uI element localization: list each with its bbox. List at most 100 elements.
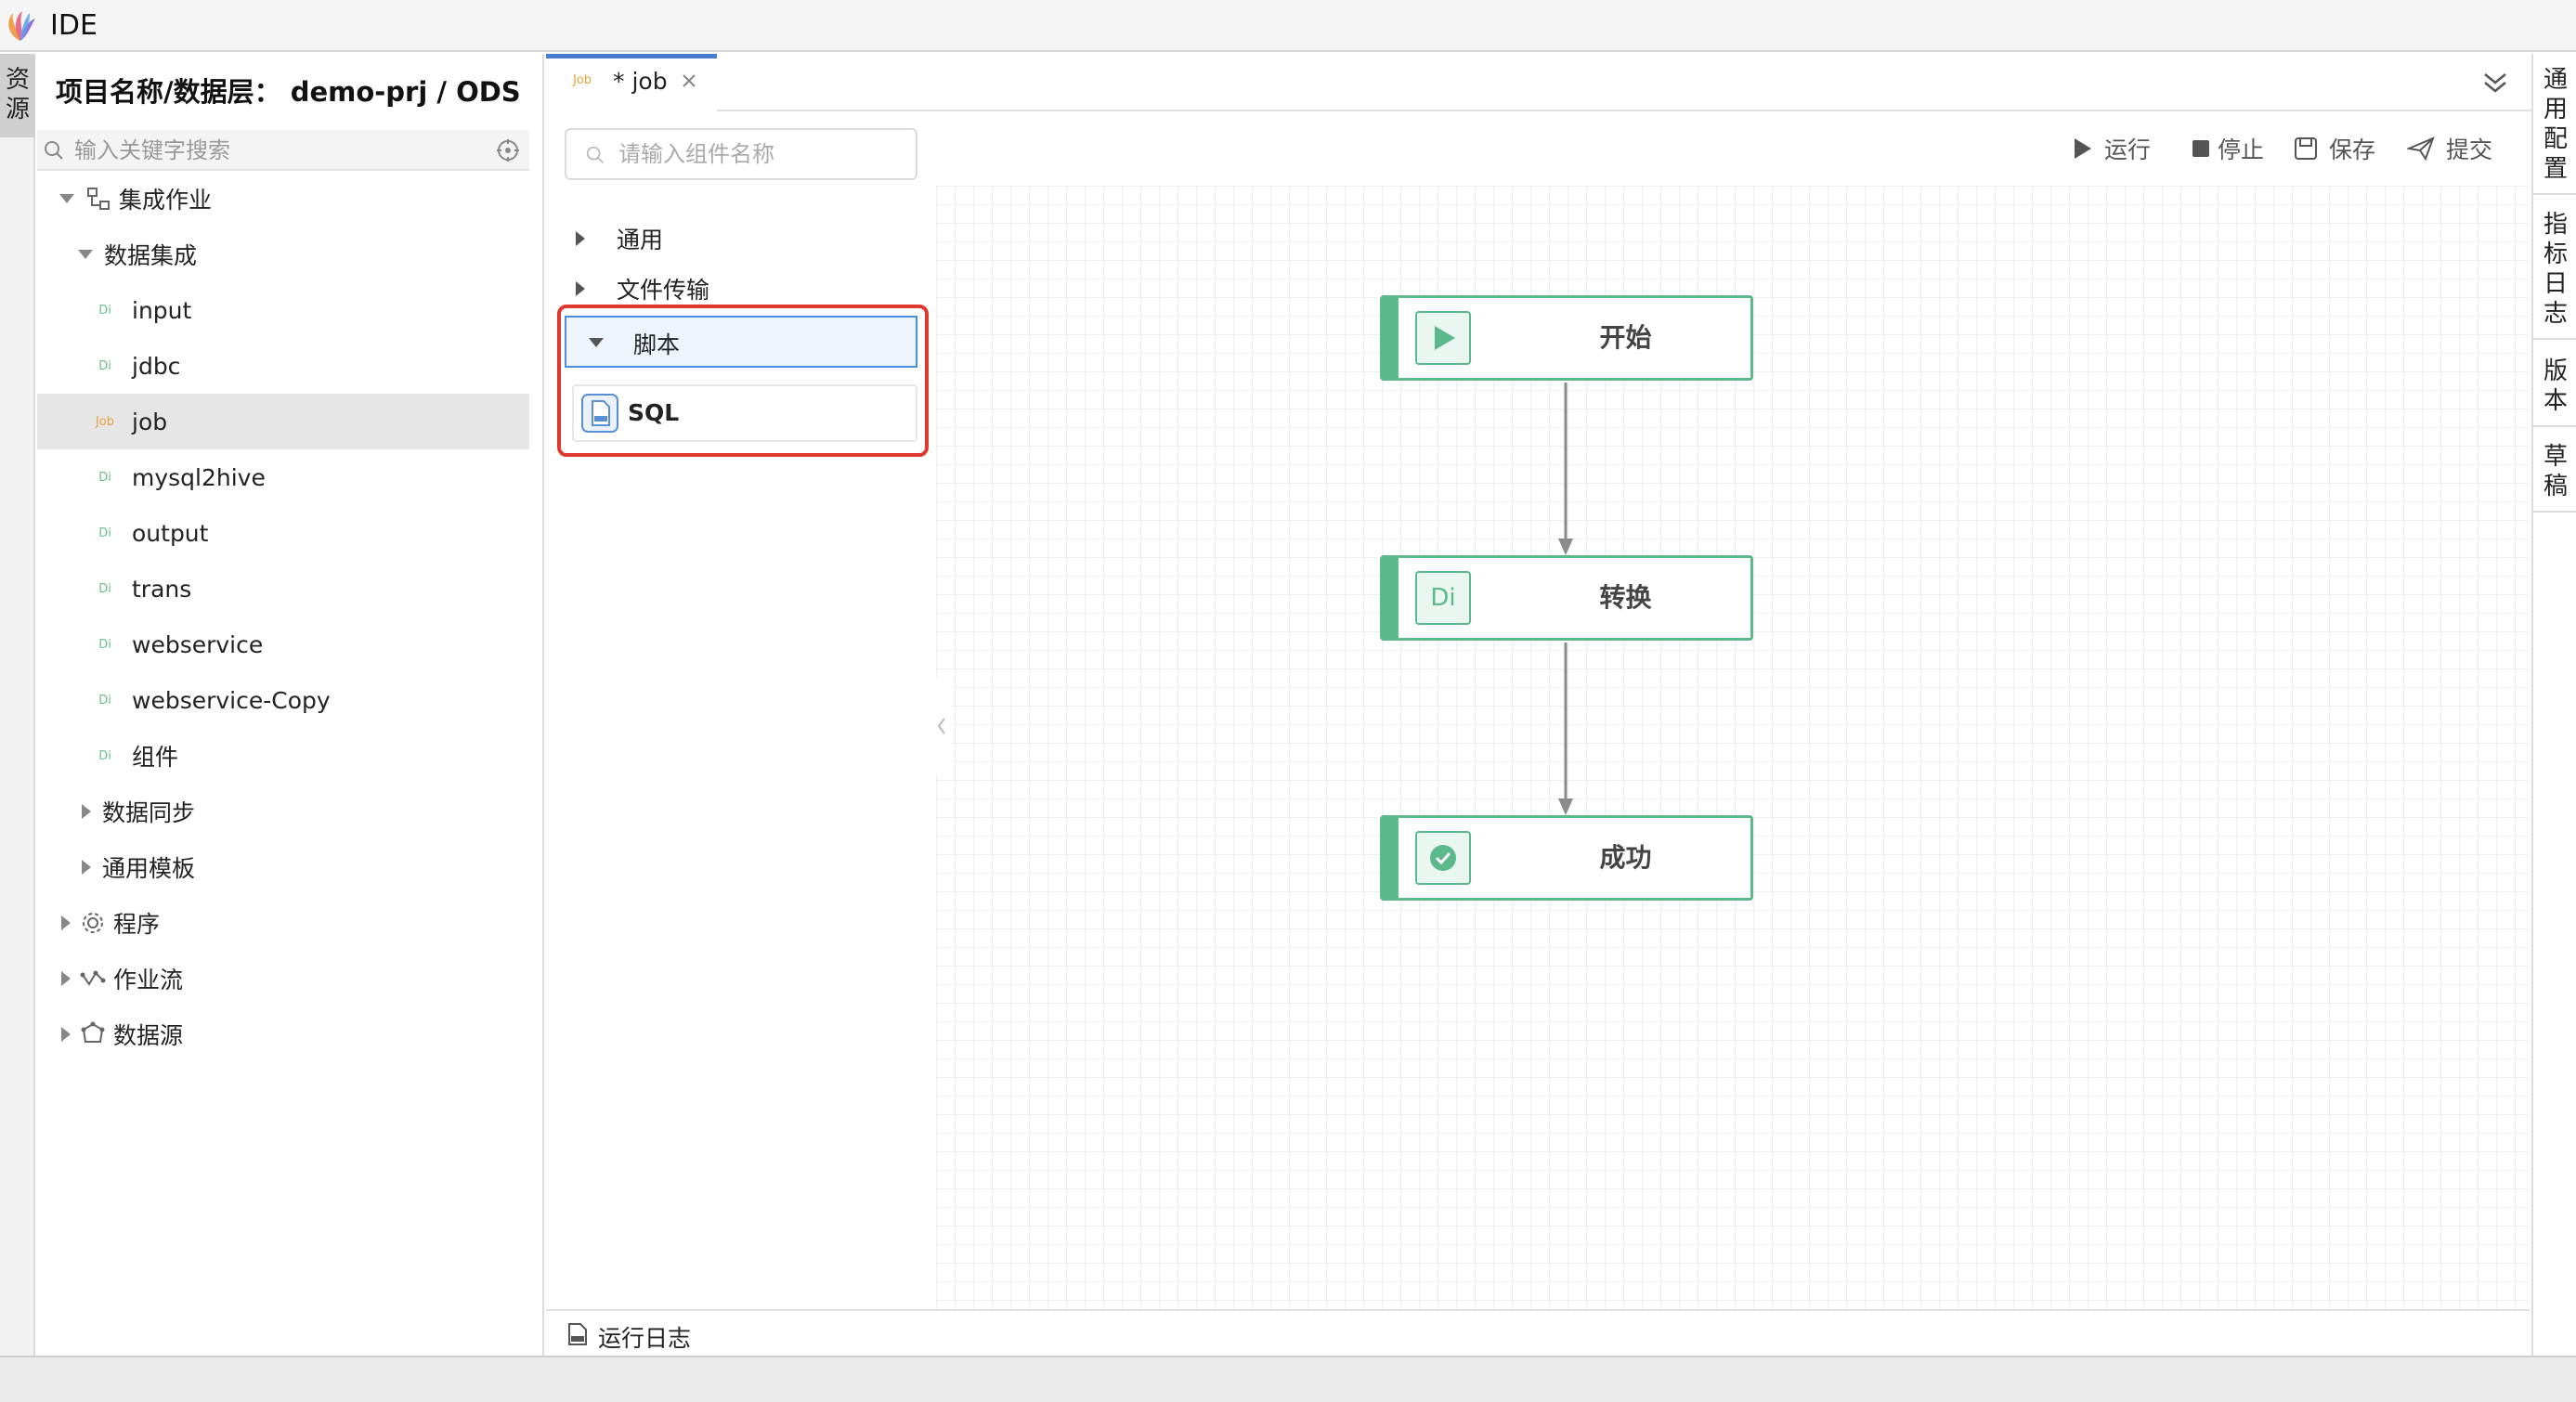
tab-char: 配 bbox=[2543, 125, 2568, 153]
caret-right-icon[interactable] bbox=[82, 860, 91, 875]
panel-collapse-handle[interactable] bbox=[932, 678, 951, 774]
tab-char: 本 bbox=[2543, 387, 2568, 415]
tree-file-mysql2hive[interactable]: Di mysql2hive bbox=[37, 449, 529, 505]
tab-char: 志 bbox=[2543, 300, 2568, 328]
caret-right-icon[interactable] bbox=[61, 971, 71, 986]
tree-file-trans[interactable]: Di trans bbox=[37, 561, 529, 617]
tree-node-program[interactable]: 程序 bbox=[37, 895, 529, 951]
node-label: 转换 bbox=[1599, 582, 1652, 613]
di-icon: Di bbox=[1415, 571, 1471, 625]
app-logo-icon bbox=[4, 7, 37, 45]
search-icon bbox=[585, 145, 605, 165]
right-side-strip: 通 用 配 置 指 标 日 志 版 本 草 稿 bbox=[2531, 54, 2576, 1356]
flow-node-transform[interactable]: Di 转换 bbox=[1380, 555, 1753, 641]
category-common[interactable]: 通用 bbox=[576, 215, 663, 262]
tree-file-input[interactable]: Di input bbox=[37, 282, 529, 338]
app-title: IDE bbox=[50, 9, 98, 42]
sql-file-icon bbox=[581, 394, 618, 433]
tree-label: 作业流 bbox=[113, 967, 184, 993]
category-script[interactable]: 脚本 bbox=[565, 316, 917, 368]
component-sql[interactable]: SQL bbox=[572, 384, 917, 442]
tree-label: input bbox=[132, 296, 192, 324]
tab-char: 稿 bbox=[2543, 473, 2568, 500]
category-label: 文件传输 bbox=[617, 277, 710, 304]
metrics-log-tab[interactable]: 指 标 日 志 bbox=[2533, 210, 2576, 340]
tree-file-jdbc[interactable]: Di jdbc bbox=[37, 338, 529, 394]
di-file-icon: Di bbox=[98, 581, 111, 596]
resource-tab-char: 源 bbox=[5, 96, 30, 123]
submit-label: 提交 bbox=[2446, 136, 2493, 163]
tree-search-bar bbox=[37, 130, 529, 171]
caret-right-icon[interactable] bbox=[576, 231, 585, 246]
component-label: SQL bbox=[628, 399, 680, 426]
tab-char: 版 bbox=[2543, 357, 2568, 385]
caret-down-icon[interactable] bbox=[589, 338, 604, 347]
category-label: 通用 bbox=[617, 227, 664, 253]
component-search-input[interactable] bbox=[618, 139, 897, 169]
locate-icon[interactable] bbox=[496, 138, 520, 162]
run-button[interactable]: 运行 bbox=[2071, 128, 2151, 169]
check-circle-icon bbox=[1415, 831, 1471, 885]
caret-right-icon[interactable] bbox=[61, 915, 71, 930]
tab-label: * job bbox=[613, 68, 668, 95]
tree-node-datasource[interactable]: 数据源 bbox=[37, 1006, 529, 1062]
stop-button[interactable]: 停止 bbox=[2192, 128, 2264, 169]
tree-node-data-sync[interactable]: 数据同步 bbox=[37, 784, 529, 839]
tree-label: webservice bbox=[132, 630, 264, 658]
run-log-bar[interactable]: 运行日志 bbox=[546, 1309, 2530, 1356]
tree-node-common-template[interactable]: 通用模板 bbox=[37, 839, 529, 895]
caret-down-icon[interactable] bbox=[78, 250, 93, 259]
caret-down-icon[interactable] bbox=[59, 194, 74, 203]
gear-icon bbox=[80, 910, 106, 936]
tree-label: output bbox=[132, 519, 209, 547]
tree-label: 通用模板 bbox=[102, 855, 196, 882]
di-icon-text: Di bbox=[1430, 584, 1456, 612]
tree-file-component[interactable]: Di 组件 bbox=[37, 728, 529, 784]
stop-icon bbox=[2192, 139, 2210, 158]
tree-file-output[interactable]: Di output bbox=[37, 505, 529, 561]
run-log-label: 运行日志 bbox=[598, 1325, 692, 1352]
di-file-icon: Di bbox=[98, 637, 111, 652]
search-icon bbox=[43, 139, 65, 162]
play-icon bbox=[1415, 311, 1471, 365]
play-icon bbox=[2071, 136, 2093, 161]
tree-label: trans bbox=[132, 575, 192, 603]
tab-char: 通 bbox=[2543, 66, 2568, 94]
caret-right-icon[interactable] bbox=[576, 281, 585, 296]
tab-char: 日 bbox=[2543, 270, 2568, 298]
send-icon bbox=[2407, 136, 2435, 161]
tree-file-webservice-copy[interactable]: Di webservice-Copy bbox=[37, 672, 529, 728]
tree-node-workflow[interactable]: 作业流 bbox=[37, 951, 529, 1006]
stop-label: 停止 bbox=[2218, 136, 2265, 163]
di-file-icon: Di bbox=[98, 303, 111, 318]
integration-job-icon bbox=[85, 186, 111, 212]
flow-node-start[interactable]: 开始 bbox=[1380, 295, 1753, 381]
tree-label: job bbox=[132, 408, 168, 435]
tab-char: 指 bbox=[2543, 211, 2568, 239]
tree-label: 程序 bbox=[113, 911, 161, 938]
component-search-box bbox=[565, 128, 917, 180]
caret-right-icon[interactable] bbox=[82, 804, 91, 819]
general-config-tab[interactable]: 通 用 配 置 bbox=[2533, 65, 2576, 195]
tree-search-input[interactable] bbox=[74, 130, 483, 171]
submit-button[interactable]: 提交 bbox=[2407, 128, 2492, 169]
draft-tab[interactable]: 草 稿 bbox=[2533, 442, 2576, 513]
tree-file-job[interactable]: Job job bbox=[37, 394, 529, 449]
di-file-icon: Di bbox=[98, 526, 111, 540]
tree-file-webservice[interactable]: Di webservice bbox=[37, 617, 529, 672]
tab-char: 置 bbox=[2543, 155, 2568, 183]
tree-node-integration-job[interactable]: 集成作业 bbox=[37, 171, 529, 227]
tree-node-data-integration[interactable]: 数据集成 bbox=[37, 227, 529, 282]
caret-right-icon[interactable] bbox=[61, 1027, 71, 1042]
save-label: 保存 bbox=[2329, 136, 2376, 163]
version-tab[interactable]: 版 本 bbox=[2533, 357, 2576, 427]
tree-label: jdbc bbox=[132, 352, 181, 380]
tab-char: 用 bbox=[2543, 96, 2568, 123]
double-chevron-down-icon[interactable] bbox=[2481, 69, 2509, 97]
save-button[interactable]: 保存 bbox=[2294, 128, 2375, 169]
tab-job[interactable]: Job * job bbox=[546, 54, 717, 111]
resource-side-tab[interactable]: 资 源 bbox=[0, 54, 35, 137]
close-icon[interactable] bbox=[680, 71, 698, 90]
flow-node-success[interactable]: 成功 bbox=[1380, 815, 1753, 901]
tab-char: 标 bbox=[2543, 240, 2568, 268]
